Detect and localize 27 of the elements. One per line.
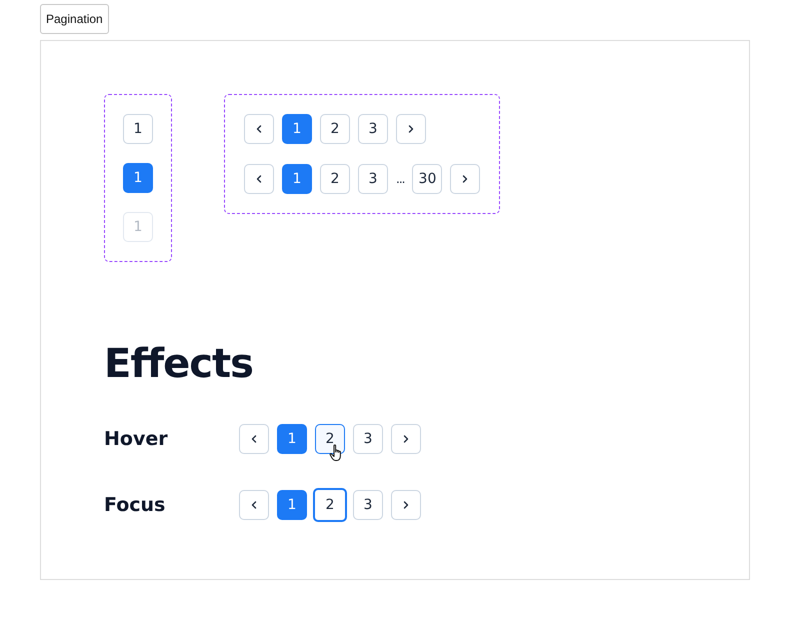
ellipsis: ... [396,172,404,188]
next-page-button[interactable] [450,164,480,194]
page-button[interactable]: 3 [358,164,388,194]
pagination-tab[interactable]: Pagination [40,4,109,34]
previous-page-button[interactable] [239,424,269,454]
page-button[interactable]: 1 [123,163,153,193]
previous-page-button[interactable] [244,114,274,144]
row-label: Hover [104,428,169,450]
page-button[interactable]: 1 [123,114,153,144]
next-page-button[interactable] [391,490,421,520]
page-button[interactable]: 3 [353,424,383,454]
previous-page-button[interactable] [244,164,274,194]
section-heading: Effects [104,344,254,384]
page-button[interactable]: 1 [277,490,307,520]
page-button[interactable]: 3 [358,114,388,144]
row-label: Focus [104,494,166,516]
page-button[interactable]: 2 [313,488,347,522]
page-button[interactable]: 2 [320,114,350,144]
next-page-button[interactable] [391,424,421,454]
next-page-button[interactable] [396,114,426,144]
page-button[interactable]: 3 [353,490,383,520]
page-button[interactable]: 2 [320,164,350,194]
page-button[interactable]: 1 [282,114,312,144]
previous-page-button[interactable] [239,490,269,520]
page-button[interactable]: 30 [412,164,442,194]
page-button[interactable]: 1 [282,164,312,194]
page-button[interactable]: 1 [277,424,307,454]
